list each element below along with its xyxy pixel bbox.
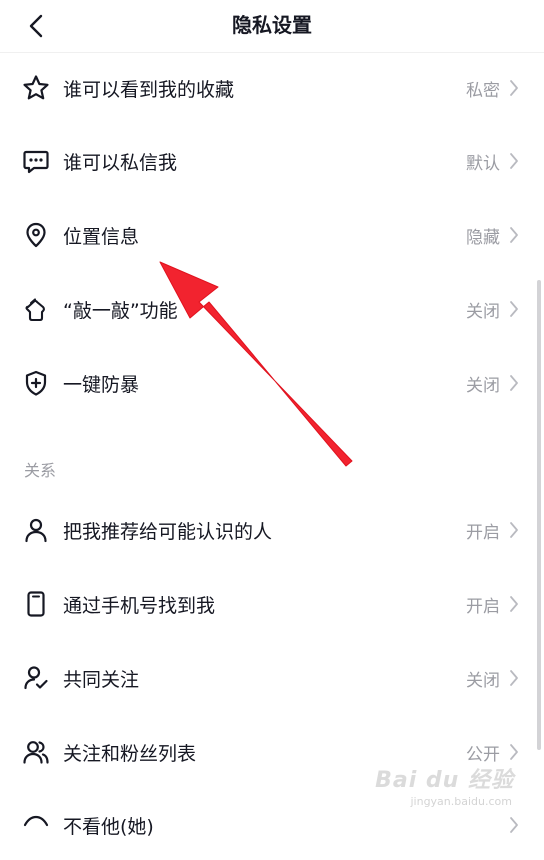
setting-label: 谁可以私信我 [63,151,178,174]
user-icon [22,516,50,544]
setting-value: 公开 [466,744,500,765]
setting-value: 默认 [466,153,500,174]
baidu-watermark: Bai du 经验 [375,768,514,793]
setting-value: 开启 [466,596,500,617]
baidu-watermark-url: jingyan.baidu.com [410,795,512,808]
chevron-right-icon [508,669,520,687]
setting-row-knock-feature[interactable]: “敲一敲”功能 关闭 [0,274,544,344]
setting-label: 位置信息 [63,225,140,248]
setting-row-find-by-phone[interactable]: 通过手机号找到我 开启 [0,569,544,639]
setting-row-who-can-message[interactable]: 谁可以私信我 默认 [0,126,544,196]
chevron-right-icon [508,743,520,761]
chevron-right-icon [508,374,520,392]
setting-label: 关注和粉丝列表 [63,742,197,765]
message-icon [22,147,50,175]
setting-row-favorites-visibility[interactable]: 谁可以看到我的收藏 私密 [0,53,544,123]
chevron-right-icon [508,816,520,834]
setting-row-one-key-protection[interactable]: 一键防暴 关闭 [0,348,544,418]
setting-label: 通过手机号找到我 [63,594,216,617]
setting-row-mutual-follow[interactable]: 共同关注 关闭 [0,643,544,713]
star-icon [22,74,50,102]
setting-value: 开启 [466,522,500,543]
chevron-right-icon [508,300,520,318]
setting-label: 把我推荐给可能认识的人 [63,520,273,543]
chevron-right-icon [508,226,520,244]
phone-icon [22,590,50,618]
user-check-icon [22,664,50,692]
setting-value: 私密 [466,80,500,101]
section-header-relations: 关系 [24,461,57,480]
chevron-right-icon [508,152,520,170]
chevron-right-icon [508,595,520,613]
setting-value: 隐藏 [466,227,500,248]
location-pin-icon [22,221,50,249]
chevron-right-icon [508,79,520,97]
page-title: 隐私设置 [232,13,312,37]
setting-label: 不看他(她) [63,815,154,838]
setting-value: 关闭 [466,301,500,322]
users-icon [22,738,50,766]
setting-value: 关闭 [466,670,500,691]
setting-label: 共同关注 [63,668,140,691]
top-bar: 隐私设置 [0,0,544,53]
setting-value: 关闭 [466,375,500,396]
setting-row-recommend-to-contacts[interactable]: 把我推荐给可能认识的人 开启 [0,495,544,565]
scrollbar[interactable] [537,280,541,750]
eye-off-icon [22,811,50,839]
setting-label: 谁可以看到我的收藏 [63,78,235,101]
chevron-right-icon [508,521,520,539]
setting-row-location[interactable]: 位置信息 隐藏 [0,200,544,270]
knock-hand-icon [22,295,50,323]
setting-label: 一键防暴 [63,373,140,396]
setting-label: “敲一敲”功能 [63,299,178,322]
shield-plus-icon [22,369,50,397]
